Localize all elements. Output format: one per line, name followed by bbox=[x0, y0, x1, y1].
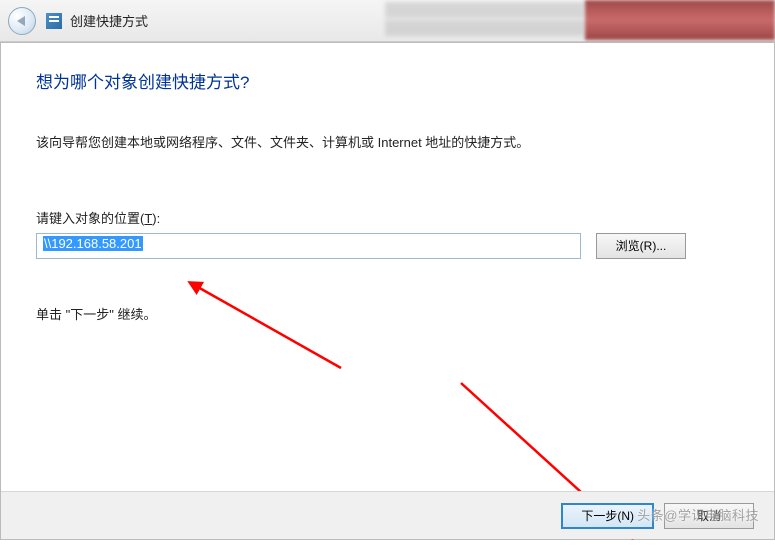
titlebar: 创建快捷方式 bbox=[0, 0, 775, 42]
page-description: 该向导帮您创建本地或网络程序、文件、文件夹、计算机或 Internet 地址的快… bbox=[36, 133, 739, 153]
location-input[interactable]: \\192.168.58.201 bbox=[36, 233, 581, 259]
back-button[interactable] bbox=[8, 7, 36, 35]
background-blur bbox=[385, 2, 585, 40]
back-arrow-icon bbox=[17, 16, 25, 26]
shortcut-wizard-icon bbox=[46, 13, 62, 29]
location-label: 请键入对象的位置(T): bbox=[36, 208, 739, 227]
window-title: 创建快捷方式 bbox=[70, 11, 148, 30]
wizard-panel: 想为哪个对象创建快捷方式? 该向导帮您创建本地或网络程序、文件、文件夹、计算机或… bbox=[0, 42, 775, 540]
page-heading: 想为哪个对象创建快捷方式? bbox=[36, 68, 739, 93]
background-blur-red bbox=[585, 0, 775, 40]
watermark-text: 头条@学识电脑科技 bbox=[637, 505, 759, 524]
continue-hint: 单击 "下一步" 继续。 bbox=[36, 304, 739, 323]
browse-button[interactable]: 浏览(R)... bbox=[596, 233, 686, 259]
